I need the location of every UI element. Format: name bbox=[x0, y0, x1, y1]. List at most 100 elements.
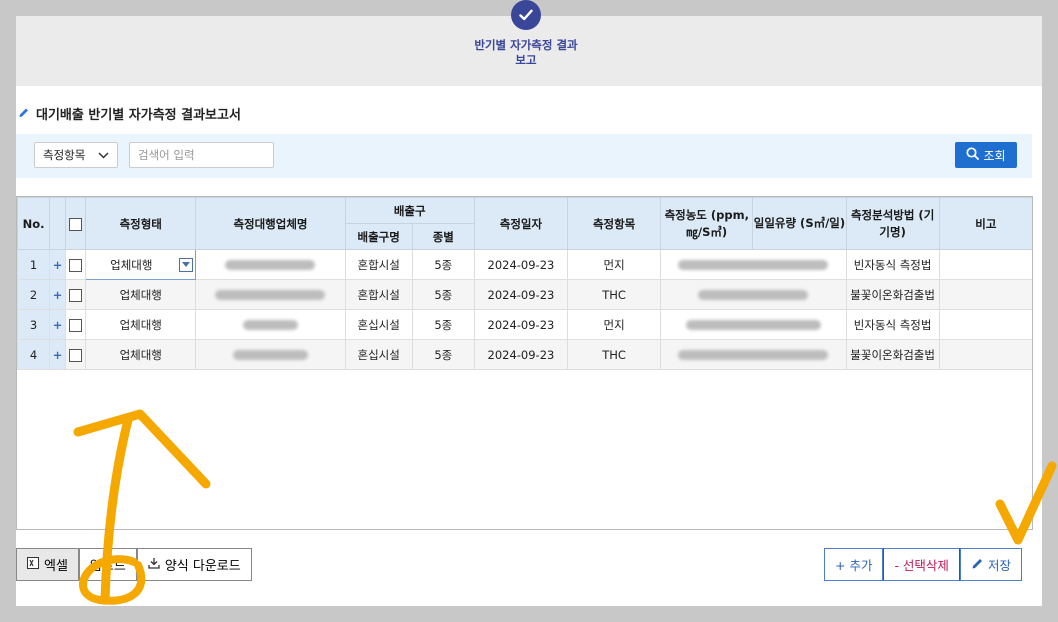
item-cell: THC bbox=[567, 279, 662, 310]
header-remark: 비고 bbox=[938, 197, 1032, 250]
header-concentration: 측정농도 (ppm, ㎎/S㎥) bbox=[660, 197, 754, 250]
remark-cell[interactable] bbox=[938, 309, 1032, 340]
row-select-cell[interactable] bbox=[65, 249, 87, 280]
kind-cell: 5종 bbox=[411, 339, 475, 370]
search-button-label: 조회 bbox=[983, 148, 1006, 163]
header-plus bbox=[49, 197, 67, 250]
excel-button[interactable]: 엑셀 bbox=[16, 548, 79, 581]
table-row[interactable]: 3 + 업체대행 혼십시설 5종 2024-09-23 먼지 빈자동식 측정법 bbox=[17, 309, 1032, 340]
search-button[interactable]: 조회 bbox=[955, 142, 1017, 168]
date-cell: 2024-09-23 bbox=[473, 249, 569, 280]
outlet-name-cell: 혼십시설 bbox=[344, 309, 413, 340]
row-select-cell[interactable] bbox=[65, 309, 87, 340]
template-download-button[interactable]: 양식 다운로드 bbox=[136, 548, 252, 581]
method-cell: 불꽃이온화검출법 bbox=[845, 279, 940, 310]
type-value: 업체대행 bbox=[110, 257, 153, 272]
upload-button[interactable]: 업로드 bbox=[78, 548, 137, 581]
select-all-checkbox[interactable] bbox=[69, 217, 83, 231]
item-cell: 먼지 bbox=[567, 309, 662, 340]
row-action-group: + 추가 - 선택삭제 저장 bbox=[824, 548, 1022, 581]
download-icon bbox=[148, 557, 160, 573]
save-button-label: 저장 bbox=[987, 558, 1011, 573]
delete-selected-button[interactable]: - 선택삭제 bbox=[883, 548, 960, 581]
row-no: 3 bbox=[17, 309, 51, 340]
pencil-icon bbox=[18, 106, 30, 122]
method-cell: 빈자동식 측정법 bbox=[845, 309, 940, 340]
concentration-flow-cell-redacted bbox=[660, 309, 847, 340]
section-title: 대기배출 반기별 자가측정 결과보고서 bbox=[18, 104, 241, 123]
row-expand-button[interactable]: + bbox=[49, 249, 67, 280]
header-outlet-name: 배출구명 bbox=[344, 223, 413, 250]
concentration-flow-cell-redacted bbox=[660, 339, 847, 370]
remark-cell[interactable] bbox=[938, 279, 1032, 310]
remark-cell[interactable] bbox=[938, 339, 1032, 370]
header-outlet-group: 배출구 bbox=[344, 197, 475, 224]
dropdown-arrow-icon[interactable] bbox=[179, 257, 194, 272]
kind-cell: 5종 bbox=[411, 279, 475, 310]
concentration-flow-cell-redacted bbox=[660, 249, 847, 280]
page-frame: 반기별 자가측정 결과보고 대기배출 반기별 자가측정 결과보고서 측정항목 조… bbox=[16, 0, 1042, 606]
row-select-cell[interactable] bbox=[65, 339, 87, 370]
step-label: 반기별 자가측정 결과보고 bbox=[474, 38, 578, 67]
step-bar: 반기별 자가측정 결과보고 bbox=[16, 0, 1042, 86]
table-row[interactable]: 2 + 업체대행 혼합시설 5종 2024-09-23 THC 불꽃이온화검출법 bbox=[17, 279, 1032, 310]
search-bar: 측정항목 조회 bbox=[16, 134, 1032, 178]
row-checkbox[interactable] bbox=[69, 288, 83, 302]
concentration-flow-cell-redacted bbox=[660, 279, 847, 310]
add-row-button[interactable]: + 추가 bbox=[824, 548, 884, 581]
row-expand-button[interactable]: + bbox=[49, 339, 67, 370]
outlet-name-cell: 혼합시설 bbox=[344, 249, 413, 280]
result-grid: No. 측정형태 측정대행업체명 배출구 측정일자 측정항목 측정농도 (ppm… bbox=[16, 196, 1033, 530]
agency-cell-redacted bbox=[195, 249, 346, 280]
header-flow: 일일유량 (S㎥/일) bbox=[752, 197, 847, 250]
agency-cell-redacted bbox=[195, 309, 346, 340]
header-agency: 측정대행업체명 bbox=[195, 197, 346, 250]
remark-cell[interactable] bbox=[938, 249, 1032, 280]
file-button-group: 엑셀 업로드 양식 다운로드 bbox=[16, 548, 252, 581]
agency-cell-redacted bbox=[195, 279, 346, 310]
item-select[interactable]: 측정항목 bbox=[34, 142, 118, 168]
type-cell[interactable]: 업체대행 bbox=[85, 309, 197, 340]
row-checkbox[interactable] bbox=[69, 318, 83, 332]
search-icon bbox=[966, 147, 980, 163]
row-checkbox[interactable] bbox=[69, 348, 83, 362]
outlet-name-cell: 혼십시설 bbox=[344, 339, 413, 370]
header-type: 측정형태 bbox=[85, 197, 197, 250]
header-kind: 종별 bbox=[411, 223, 475, 250]
row-no: 4 bbox=[17, 339, 51, 370]
table-row[interactable]: 1 + 업체대행 혼합시설 5종 2024-09-23 먼지 빈자동식 측정법 bbox=[17, 249, 1032, 280]
item-select-value: 측정항목 bbox=[43, 148, 86, 162]
header-date: 측정일자 bbox=[473, 197, 569, 250]
row-select-cell[interactable] bbox=[65, 279, 87, 310]
row-expand-button[interactable]: + bbox=[49, 309, 67, 340]
header-method: 측정분석방법 (기기명) bbox=[845, 197, 940, 250]
date-cell: 2024-09-23 bbox=[473, 309, 569, 340]
date-cell: 2024-09-23 bbox=[473, 339, 569, 370]
add-row-label: + 추가 bbox=[835, 558, 873, 573]
header-select-all[interactable] bbox=[65, 197, 87, 250]
header-item: 측정항목 bbox=[567, 197, 662, 250]
type-dropdown[interactable]: 업체대행 bbox=[85, 249, 197, 280]
row-expand-button[interactable]: + bbox=[49, 279, 67, 310]
kind-cell: 5종 bbox=[411, 309, 475, 340]
item-cell: 먼지 bbox=[567, 249, 662, 280]
save-button[interactable]: 저장 bbox=[959, 548, 1022, 581]
search-input[interactable] bbox=[129, 142, 274, 168]
excel-icon bbox=[27, 556, 39, 573]
excel-button-label: 엑셀 bbox=[44, 559, 68, 574]
method-cell: 빈자동식 측정법 bbox=[845, 249, 940, 280]
outlet-name-cell: 혼합시설 bbox=[344, 279, 413, 310]
step-check-icon bbox=[511, 0, 541, 30]
section-title-text: 대기배출 반기별 자가측정 결과보고서 bbox=[36, 108, 241, 123]
header-no: No. bbox=[17, 197, 51, 250]
type-cell[interactable]: 업체대행 bbox=[85, 339, 197, 370]
row-no: 1 bbox=[17, 249, 51, 280]
chevron-down-icon bbox=[98, 148, 109, 162]
upload-button-label: 업로드 bbox=[89, 559, 126, 574]
delete-selected-label: - 선택삭제 bbox=[894, 558, 949, 573]
kind-cell: 5종 bbox=[411, 249, 475, 280]
row-checkbox[interactable] bbox=[69, 258, 83, 272]
type-cell[interactable]: 업체대행 bbox=[85, 279, 197, 310]
table-row[interactable]: 4 + 업체대행 혼십시설 5종 2024-09-23 THC 불꽃이온화검출법 bbox=[17, 339, 1032, 370]
method-cell: 불꽃이온화검출법 bbox=[845, 339, 940, 370]
